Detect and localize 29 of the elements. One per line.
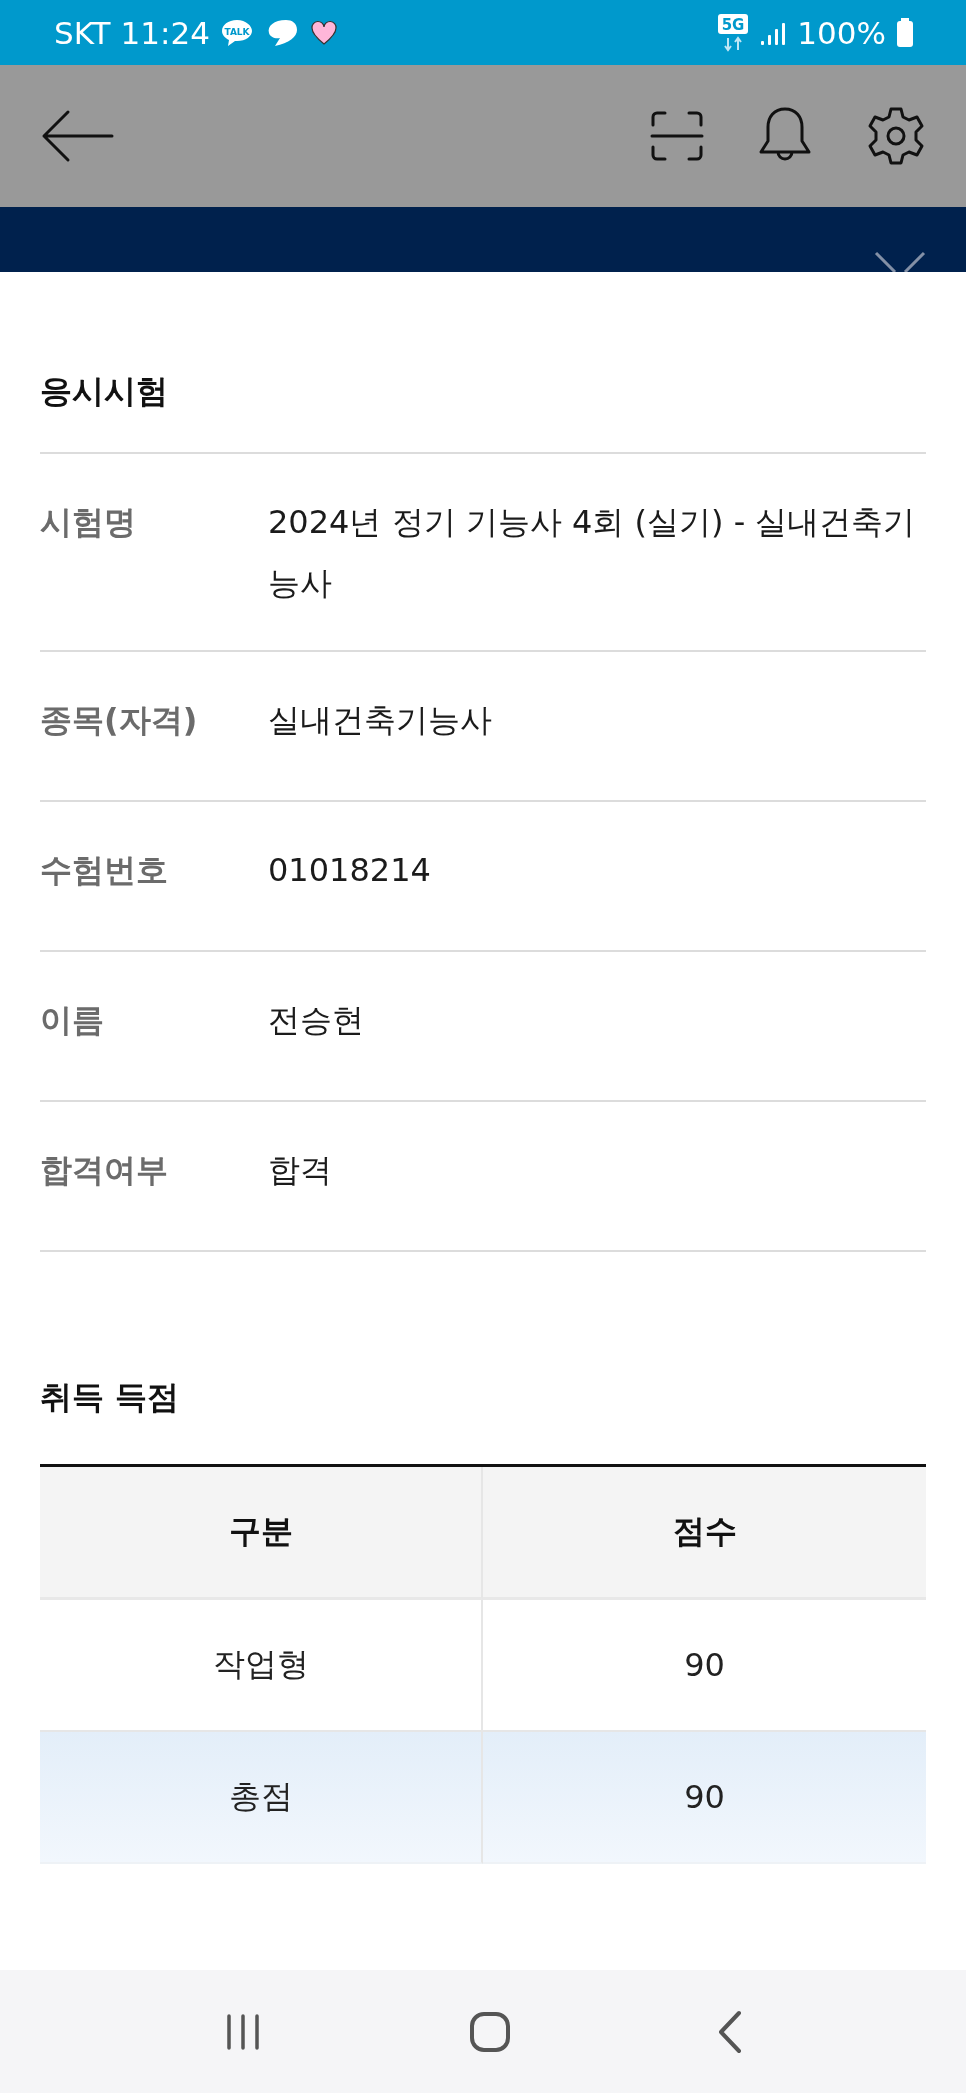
settings-button[interactable] bbox=[866, 106, 926, 166]
table-cell: 작업형 bbox=[40, 1599, 483, 1732]
clock: 11:24 bbox=[120, 14, 210, 51]
field-label: 이름 bbox=[40, 999, 105, 1041]
field-value: 전승현 bbox=[268, 999, 365, 1041]
field-label: 수험번호 bbox=[40, 849, 169, 891]
field-value: 합격 bbox=[268, 1149, 333, 1191]
home-button[interactable] bbox=[469, 2010, 511, 2053]
field-label: 시험명 bbox=[40, 502, 137, 543]
battery-icon bbox=[896, 17, 914, 48]
back-nav-button[interactable] bbox=[717, 2009, 743, 2054]
total-cell: 90 bbox=[483, 1731, 926, 1864]
field-value: 01018214 bbox=[268, 849, 432, 891]
back-button[interactable] bbox=[40, 108, 114, 164]
total-cell: 총점 bbox=[40, 1731, 483, 1864]
field-value: 2024년 정기 기능사 4회 (실기) - 실내건축기능사 bbox=[268, 502, 917, 604]
column-header: 구분 bbox=[40, 1466, 483, 1600]
field-value: 실내건축기능사 bbox=[268, 699, 493, 741]
field-label: 합격여부 bbox=[40, 1149, 169, 1191]
chat-bubble-icon: TALK bbox=[219, 17, 254, 48]
field-label: 종목(자격) bbox=[40, 699, 199, 741]
column-header: 점수 bbox=[483, 1466, 926, 1600]
heart-icon bbox=[309, 19, 338, 46]
carrier: SKT bbox=[54, 14, 111, 51]
section-title: 응시시험 bbox=[40, 272, 926, 454]
close-icon bbox=[874, 251, 926, 272]
battery-percent: 100% bbox=[797, 14, 886, 51]
section-title: 취득 득점 bbox=[40, 1376, 181, 1418]
scan-button[interactable] bbox=[650, 109, 704, 163]
